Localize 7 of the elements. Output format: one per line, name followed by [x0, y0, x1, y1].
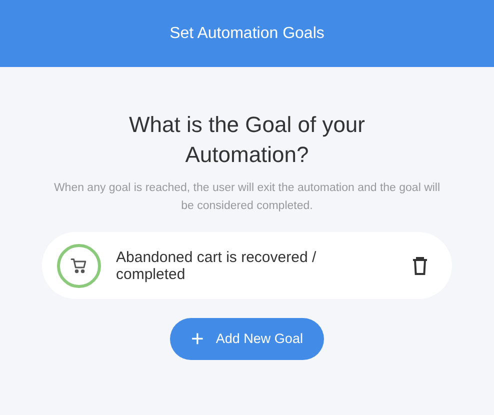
goal-heading: What is the Goal of your Automation?: [128, 111, 366, 169]
page-title: Set Automation Goals: [170, 24, 324, 44]
cart-icon: [70, 256, 88, 274]
goal-label: Abandoned cart is recovered / completed: [116, 248, 318, 282]
delete-button[interactable]: [410, 254, 430, 276]
goal-description: When any goal is reached, the user will exit the automation and the goal will be considered completed.: [52, 181, 442, 214]
add-goal-button[interactable]: + Add New Goal: [170, 318, 324, 360]
